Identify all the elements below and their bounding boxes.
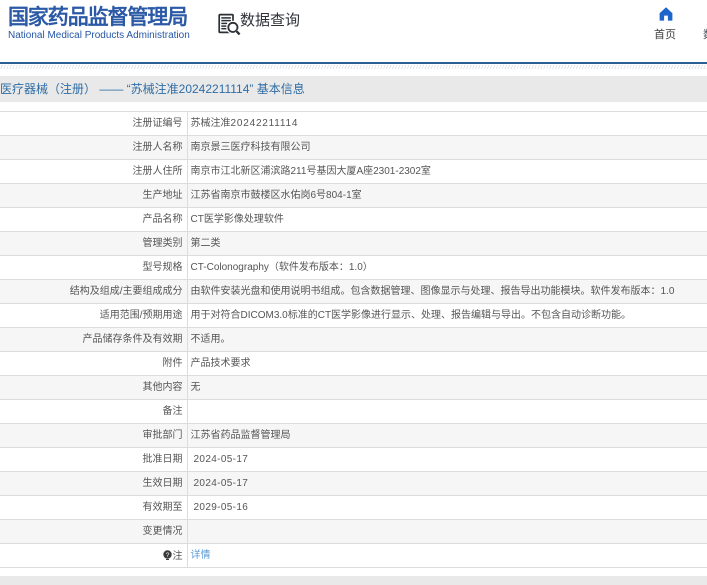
svg-text:?: ?	[165, 552, 169, 559]
